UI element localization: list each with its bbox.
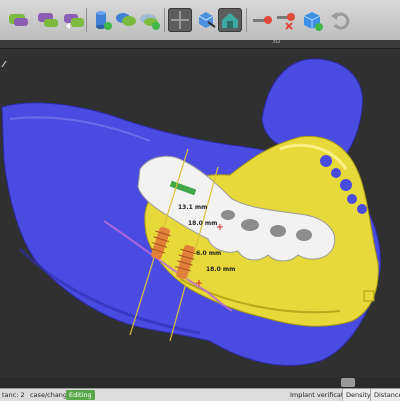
measurement-label: 13.1 mm: [178, 204, 207, 211]
distance-button[interactable]: Distance fo: [370, 389, 400, 401]
axis-marker: [1, 60, 7, 68]
measurement-label: 6.0 mm: [196, 250, 221, 257]
blue-cube-icon[interactable]: [300, 8, 324, 32]
status-bar: tanc: 2 case/change: Editing Implant ver…: [0, 388, 400, 401]
house-view-icon[interactable]: [218, 8, 242, 32]
cylinder-icon[interactable]: [90, 8, 114, 32]
3d-viewport[interactable]: 13.1 mm 18.0 mm 6.0 mm 18.0 mm: [0, 49, 400, 377]
view-title: 3D: [272, 38, 281, 45]
view-title-bar: 3D: [0, 38, 400, 49]
undo-icon[interactable]: [328, 8, 352, 32]
main-toolbar: [0, 0, 400, 41]
key-icon[interactable]: [250, 8, 274, 32]
status-badge: Editing: [66, 390, 95, 400]
toolbar-separator: [86, 8, 87, 32]
toolbar-separator: [246, 8, 247, 32]
model-fragment: [363, 290, 375, 302]
stl-import-icon[interactable]: [6, 8, 30, 32]
blocks-plus-icon[interactable]: [138, 8, 162, 32]
guide-sleeve: [296, 229, 312, 241]
horizontal-scrollbar[interactable]: [0, 377, 400, 388]
scrollbar-thumb[interactable]: [341, 378, 355, 387]
key-remove-icon[interactable]: [274, 8, 298, 32]
measurement-label: 18.0 mm: [206, 266, 235, 273]
guide-sleeve: [241, 219, 259, 231]
stl-bite-icon[interactable]: [36, 8, 60, 32]
toolbar-separator: [164, 8, 165, 32]
stl-export-icon[interactable]: [62, 8, 86, 32]
green-blocks-icon[interactable]: [114, 8, 138, 32]
guide-sleeve: [221, 210, 235, 220]
guide-sleeve: [270, 225, 286, 237]
measurement-label: 18.0 mm: [188, 220, 217, 227]
status-prefix: tanc: 2: [2, 391, 25, 399]
crosshair-icon[interactable]: [168, 8, 192, 32]
cube-view-icon[interactable]: [194, 8, 218, 32]
